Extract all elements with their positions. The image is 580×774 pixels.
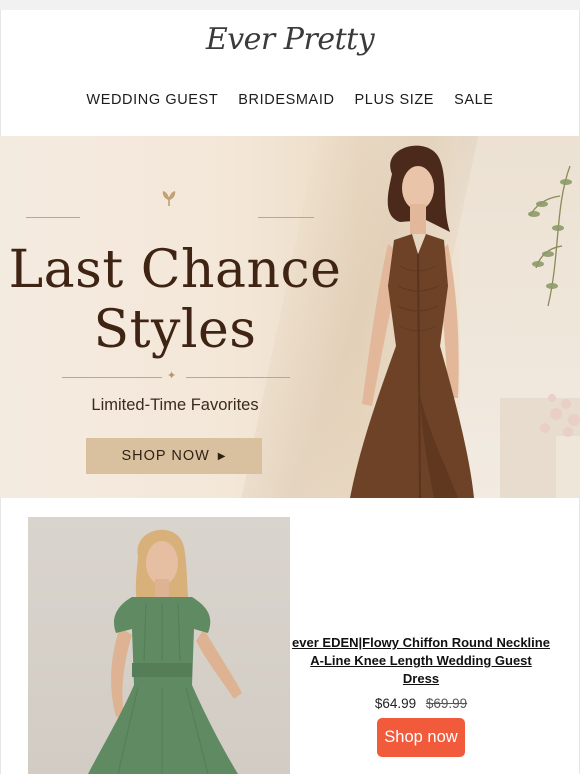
nav-item-plus-size[interactable]: PLUS SIZE — [355, 92, 435, 108]
hero-rule-right — [258, 217, 314, 218]
price-original: $69.99 — [425, 696, 468, 711]
hero-title-line1: Last Chance — [8, 240, 342, 300]
shop-now-button[interactable]: SHOP NOW ▶ — [86, 438, 262, 474]
diamond-icon: ✦ — [167, 370, 177, 382]
price-row: $64.99 $69.99 — [292, 696, 550, 711]
product-info: ever EDEN|Flowy Chiffon Round Neckline A… — [292, 634, 550, 757]
top-strip — [0, 0, 580, 10]
hero-subtitle: Limited-Time Favorites — [91, 396, 259, 414]
product-shop-now-button[interactable]: Shop now — [377, 718, 465, 757]
hero-rule-bottom-right — [186, 377, 290, 378]
hero-rule-left — [26, 217, 80, 218]
product-image[interactable] — [28, 517, 290, 774]
hero-rule-bottom-left — [62, 377, 162, 378]
hero-title-line2: Styles — [93, 300, 257, 360]
product-title-link[interactable]: ever EDEN|Flowy Chiffon Round Neckline A… — [292, 634, 550, 688]
email-page: Ever Pretty WEDDING GUEST BRIDESMAID PLU… — [0, 0, 580, 774]
nav-item-bridesmaid[interactable]: BRIDESMAID — [238, 92, 334, 108]
brand-logo[interactable]: Ever Pretty — [0, 22, 580, 57]
hero-model-image — [350, 145, 580, 498]
leaf-sprig-icon — [158, 188, 180, 213]
hero-banner[interactable]: Last Chance Styles ✦ Limited-Time Favori… — [0, 136, 580, 498]
category-nav: WEDDING GUEST BRIDESMAID PLUS SIZE SALE — [0, 92, 580, 108]
play-triangle-icon: ▶ — [217, 450, 227, 462]
nav-item-sale[interactable]: SALE — [454, 92, 493, 108]
nav-item-wedding-guest[interactable]: WEDDING GUEST — [86, 92, 218, 108]
product-model-image — [88, 529, 242, 774]
price-current: $64.99 — [374, 696, 417, 711]
shop-now-label: SHOP NOW — [121, 448, 210, 464]
